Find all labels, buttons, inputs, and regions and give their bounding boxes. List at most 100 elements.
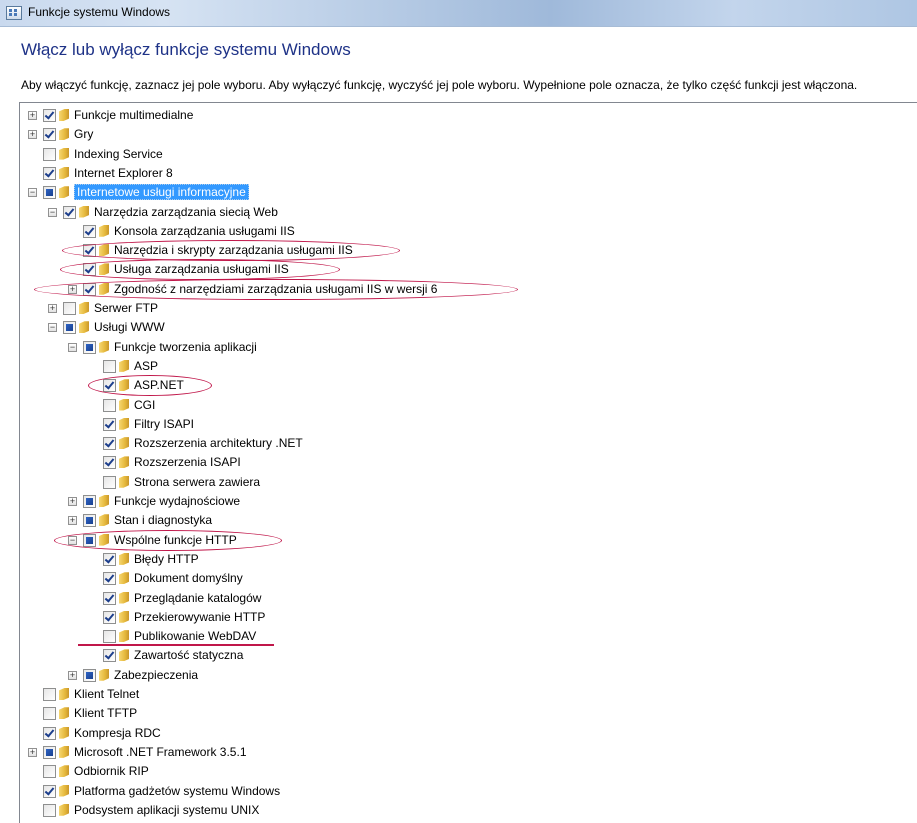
tree-item-serwer-ftp[interactable]: + Serwer FTP: [20, 299, 917, 318]
expand-icon[interactable]: +: [68, 497, 77, 506]
expand-icon[interactable]: +: [48, 304, 57, 313]
folder-icon: [99, 340, 109, 353]
tree-item-label: Dokument domyślny: [134, 571, 243, 586]
folder-icon: [59, 166, 69, 179]
feature-checkbox[interactable]: [43, 186, 56, 200]
tree-item-dokument-domyslny[interactable]: Dokument domyślny: [20, 569, 917, 588]
tree-item-internet-explorer-8[interactable]: Internet Explorer 8: [20, 164, 917, 183]
feature-checkbox[interactable]: [83, 495, 96, 508]
feature-checkbox[interactable]: [43, 765, 56, 779]
tree-item-label: ASP: [134, 358, 159, 373]
feature-checkbox[interactable]: [103, 359, 116, 373]
feature-checkbox[interactable]: [103, 417, 116, 431]
expand-icon[interactable]: +: [68, 284, 77, 294]
feature-checkbox[interactable]: [83, 340, 96, 354]
tree-item-platforma-gadzetow-systemu-windows[interactable]: Platforma gadżetów systemu Windows: [20, 782, 917, 801]
feature-checkbox[interactable]: [43, 707, 56, 721]
tree-item-cgi[interactable]: CGI: [20, 396, 917, 415]
folder-icon: [99, 224, 109, 237]
expand-icon[interactable]: +: [28, 747, 37, 757]
feature-checkbox[interactable]: [83, 514, 96, 528]
feature-checkbox[interactable]: [83, 282, 96, 296]
feature-checkbox[interactable]: [43, 726, 56, 740]
feature-checkbox[interactable]: [83, 263, 96, 277]
tree-item-usluga-zarzadzania-uslugami-iis[interactable]: Usługa zarządzania usługami IIS: [20, 260, 917, 279]
tree-item-konsola-zarzadzania-uslugami-iis[interactable]: Konsola zarządzania usługami IIS: [20, 222, 917, 241]
tree-item-wspolne-funkcje-http[interactable]: − Wspólne funkcje HTTP: [20, 531, 917, 550]
tree-item-label: ASP.NET: [134, 378, 184, 393]
tree-item-label: Zawartość statyczna: [134, 648, 244, 663]
folder-icon: [119, 572, 129, 585]
feature-checkbox[interactable]: [103, 572, 116, 586]
feature-checkbox[interactable]: [83, 533, 96, 547]
feature-checkbox[interactable]: [103, 398, 116, 412]
feature-checkbox[interactable]: [103, 610, 116, 624]
tree-item-zawartosc-statyczna[interactable]: Zawartość statyczna: [20, 646, 917, 665]
tree-item-label: Funkcje wydajnościowe: [114, 494, 241, 508]
tree-item-odbiornik-rip[interactable]: Odbiornik RIP: [20, 762, 917, 781]
tree-item-asp[interactable]: ASP: [20, 357, 917, 376]
tree-item-indexing-service[interactable]: Indexing Service: [20, 145, 917, 164]
feature-checkbox[interactable]: [63, 205, 76, 219]
tree-item-kompresja-rdc[interactable]: Kompresja RDC: [20, 724, 917, 743]
tree-item-gry[interactable]: + Gry: [20, 125, 917, 144]
tree-item-zabezpieczenia[interactable]: + Zabezpieczenia: [20, 666, 917, 685]
tree-item-rozszerzenia-isapi[interactable]: Rozszerzenia ISAPI: [20, 453, 917, 472]
tree-item-uslugi-www[interactable]: − Usługi WWW: [20, 318, 917, 337]
feature-checkbox[interactable]: [43, 109, 56, 122]
tree-item-podsystem-aplikacji-systemu-unix[interactable]: Podsystem aplikacji systemu UNIX: [20, 801, 917, 820]
feature-checkbox[interactable]: [103, 456, 116, 470]
feature-checkbox[interactable]: [43, 688, 56, 701]
feature-checkbox[interactable]: [103, 475, 116, 489]
collapse-icon[interactable]: −: [48, 207, 57, 217]
tree-item-narzedzia-i-skrypty-zarzadzania-uslugami-iis[interactable]: Narzędzia i skrypty zarządzania usługami…: [20, 241, 917, 260]
window-title: Funkcje systemu Windows: [28, 5, 171, 19]
folder-icon: [119, 649, 129, 662]
expand-icon[interactable]: +: [28, 130, 37, 140]
expand-icon[interactable]: +: [28, 111, 37, 120]
feature-checkbox[interactable]: [43, 803, 56, 817]
feature-checkbox[interactable]: [43, 128, 56, 142]
feature-checkbox[interactable]: [103, 649, 116, 663]
feature-checkbox[interactable]: [83, 224, 96, 238]
collapse-icon[interactable]: −: [28, 188, 37, 198]
feature-checkbox[interactable]: [103, 437, 116, 451]
feature-checkbox[interactable]: [43, 745, 56, 759]
tree-item-klient-tftp[interactable]: Klient TFTP: [20, 704, 917, 723]
features-tree[interactable]: + Funkcje multimedialne + Gry Indexing Servi…: [19, 102, 917, 823]
tree-item-asp-net[interactable]: ASP.NET: [20, 376, 917, 395]
feature-checkbox[interactable]: [83, 244, 96, 258]
tree-item-narzedzia-zarzadzania-siecia-web[interactable]: − Narzędzia zarządzania siecią Web: [20, 203, 917, 222]
tree-item-strona-serwera-zawiera[interactable]: Strona serwera zawiera: [20, 473, 917, 492]
tree-item-rozszerzenia-architektury-net[interactable]: Rozszerzenia architektury .NET: [20, 434, 917, 453]
feature-checkbox[interactable]: [83, 668, 96, 682]
expand-icon[interactable]: +: [68, 670, 77, 680]
tree-item-bledy-http[interactable]: Błędy HTTP: [20, 550, 917, 569]
feature-checkbox[interactable]: [63, 321, 76, 335]
tree-item-klient-telnet[interactable]: Klient Telnet: [20, 685, 917, 704]
feature-checkbox[interactable]: [103, 591, 116, 605]
collapse-icon[interactable]: −: [68, 535, 77, 545]
folder-icon: [59, 128, 69, 141]
collapse-icon[interactable]: −: [48, 323, 57, 333]
feature-checkbox[interactable]: [43, 166, 56, 180]
feature-checkbox[interactable]: [43, 784, 56, 798]
feature-checkbox[interactable]: [63, 302, 76, 315]
tree-item-przekierowywanie-http[interactable]: Przekierowywanie HTTP: [20, 608, 917, 627]
tree-item-funkcje-multimedialne[interactable]: + Funkcje multimedialne: [20, 106, 917, 125]
tree-item-microsoft-net-framework-3-5-1[interactable]: + Microsoft .NET Framework 3.5.1: [20, 743, 917, 762]
tree-item-funkcje-wydajnosciowe[interactable]: + Funkcje wydajnościowe: [20, 492, 917, 511]
tree-item-przegladanie-katalogow[interactable]: Przeglądanie katalogów: [20, 589, 917, 608]
feature-checkbox[interactable]: [103, 630, 116, 644]
tree-item-funkcje-tworzenia-aplikacji[interactable]: − Funkcje tworzenia aplikacji: [20, 338, 917, 357]
tree-item-filtry-isapi[interactable]: Filtry ISAPI: [20, 415, 917, 434]
tree-item-publikowanie-webdav[interactable]: Publikowanie WebDAV: [20, 627, 917, 646]
tree-item-internetowe-uslugi-informacyjne[interactable]: − Internetowe usługi informacyjne: [20, 183, 917, 202]
feature-checkbox[interactable]: [103, 552, 116, 566]
expand-icon[interactable]: +: [68, 516, 77, 526]
feature-checkbox[interactable]: [103, 379, 116, 393]
tree-item-zgodnosc-z-narzedziami-zarzadzania-uslugami-iis-w-wersji-6[interactable]: + Zgodność z narzędziami zarządzania usłu…: [20, 280, 917, 299]
tree-item-stan-i-diagnostyka[interactable]: + Stan i diagnostyka: [20, 511, 917, 530]
collapse-icon[interactable]: −: [68, 342, 77, 352]
feature-checkbox[interactable]: [43, 147, 56, 161]
